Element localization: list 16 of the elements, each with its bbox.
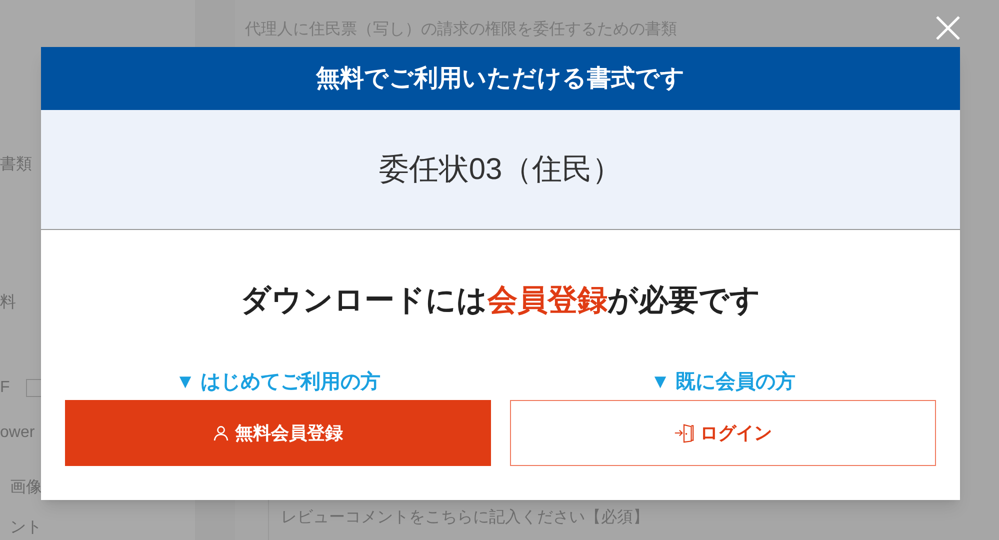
sidebar-item[interactable]: 料 [0, 291, 16, 315]
sidebar-item[interactable]: ント [10, 516, 42, 540]
modal-title: 無料でご利用いただける書式です [316, 64, 685, 94]
register-button[interactable]: 無料会員登録 [65, 400, 491, 466]
sidebar-item[interactable]: ower [0, 421, 35, 445]
sidebar-item[interactable]: 書類 [0, 153, 32, 177]
sidebar-item[interactable]: 画像 [10, 476, 42, 500]
sidebar-item[interactable]: F [0, 376, 10, 400]
message-text: ダウンロードには会員登録が必要です [240, 283, 760, 319]
person-icon [213, 425, 229, 441]
close-button[interactable] [935, 15, 961, 41]
door-enter-icon [674, 423, 694, 443]
form-name: 委任状03（住民） [378, 152, 622, 188]
login-button[interactable]: ログイン [510, 400, 936, 466]
option-caption: ▼ はじめてご利用の方 [175, 370, 381, 395]
option-caption: ▼ 既に会員の方 [650, 370, 796, 395]
